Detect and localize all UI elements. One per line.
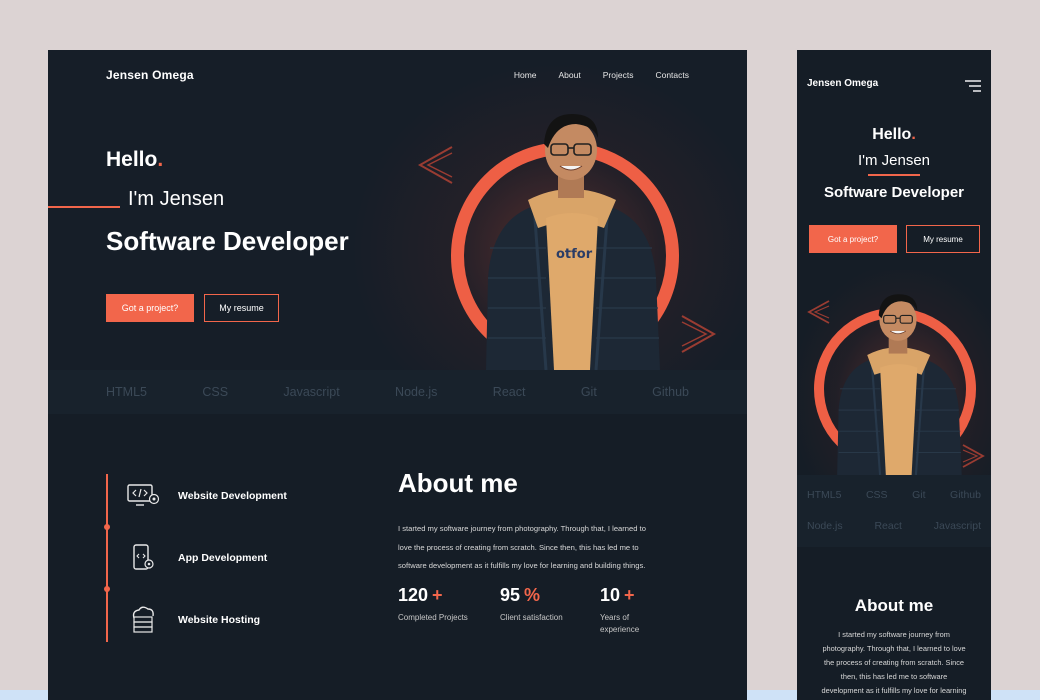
skill-item: HTML5 xyxy=(106,385,147,399)
service-app-development[interactable]: App Development xyxy=(126,544,267,572)
mobile-mockup: Jensen Omega Hello. I'm Jensen Software … xyxy=(797,50,991,700)
mobile-brand-logo[interactable]: Jensen Omega xyxy=(807,78,878,89)
about-line: I started my software journey from xyxy=(838,630,950,639)
desktop-mockup: Jensen Omega Home About Projects Contact… xyxy=(48,50,747,700)
skill-item: CSS xyxy=(202,385,229,399)
skill-item: React xyxy=(874,520,902,532)
mobile-hero-name: I'm Jensen xyxy=(857,152,931,169)
got-project-button[interactable]: Got a project? xyxy=(106,294,194,322)
my-resume-button[interactable]: My resume xyxy=(204,294,279,322)
skill-item: CSS xyxy=(865,489,888,501)
services-timeline xyxy=(106,474,108,642)
hero-role: Software Developer xyxy=(106,226,349,256)
stat-number: 120 xyxy=(398,585,429,605)
skill-item: Github xyxy=(950,489,981,501)
about-line: the process of creating from scratch. Si… xyxy=(823,658,965,667)
cloud-server-icon xyxy=(126,606,160,634)
mobile-about-title: About me xyxy=(854,596,934,615)
chevron-left-icon xyxy=(807,300,830,324)
stat-number: 95 xyxy=(500,585,521,605)
about-title: About me xyxy=(398,468,518,498)
mobile-accent-line xyxy=(868,174,920,176)
skill-item: HTML5 xyxy=(807,489,842,501)
desktop-hero: Jensen Omega Home About Projects Contact… xyxy=(48,50,747,370)
brand-logo[interactable]: Jensen Omega xyxy=(106,68,194,82)
about-text: I started my software journey from photo… xyxy=(398,520,698,576)
nav-about[interactable]: About xyxy=(559,70,581,80)
stat-label: Years of experience xyxy=(600,613,640,634)
about-line: love the process of creating from scratc… xyxy=(398,542,639,552)
service-website-hosting[interactable]: Website Hosting xyxy=(126,606,260,634)
skill-item: Git xyxy=(580,385,597,399)
mobile-profile-photo xyxy=(837,294,962,475)
mobile-hero-hello: Hello. xyxy=(872,126,916,143)
skill-item: React xyxy=(492,385,526,399)
stat-suffix: % xyxy=(524,585,541,605)
about-line: photography. Through that, I learned to … xyxy=(822,644,966,653)
stat-experience: 10 + Years of experience xyxy=(600,585,670,636)
skill-item: Git xyxy=(912,489,926,501)
skills-bar: HTML5 CSS Javascript Node.js React Git G… xyxy=(48,370,747,414)
skill-item: Javascript xyxy=(283,385,340,399)
service-website-development[interactable]: Website Development xyxy=(126,482,287,510)
mobile-code-icon xyxy=(126,544,160,572)
mobile-hero-role: Software Developer xyxy=(823,184,965,201)
timeline-dot xyxy=(104,586,110,592)
svg-text:otfor: otfor xyxy=(556,247,593,262)
main-nav: Home About Projects Contacts xyxy=(514,70,689,80)
chevron-left-icon xyxy=(417,146,453,184)
mobile-about-text: I started my software journey from photo… xyxy=(805,628,983,698)
accent-line xyxy=(48,206,120,208)
nav-projects[interactable]: Projects xyxy=(603,70,634,80)
hamburger-menu-icon[interactable] xyxy=(965,80,981,92)
code-monitor-icon xyxy=(126,482,160,510)
hero-hello: Hello. xyxy=(106,148,164,171)
about-line: development as it fulfills my love for l… xyxy=(821,686,967,695)
chevron-right-icon xyxy=(681,315,717,353)
mobile-got-project-button[interactable]: Got a project? xyxy=(809,225,897,253)
service-label: App Development xyxy=(178,552,268,564)
skill-item: Node.js xyxy=(395,385,438,399)
hero-name: I'm Jensen xyxy=(128,188,225,210)
about-line: then, this has led me to software xyxy=(840,672,948,681)
nav-home[interactable]: Home xyxy=(514,70,537,80)
stat-satisfaction: 95% Client satisfaction xyxy=(500,585,570,624)
mobile-skills-row: HTML5 CSS Git Github xyxy=(807,489,981,501)
stat-label: Client satisfaction xyxy=(500,613,563,622)
nav-contacts[interactable]: Contacts xyxy=(655,70,689,80)
stat-label: Completed Projects xyxy=(398,613,468,622)
skill-item: Node.js xyxy=(807,520,843,532)
service-label: Website Development xyxy=(178,490,287,502)
timeline-dot xyxy=(104,524,110,530)
skill-item: Javascript xyxy=(933,520,981,532)
skill-item: Github xyxy=(652,385,689,399)
about-line: software development as it fulfills my l… xyxy=(398,561,646,570)
profile-photo: otfor xyxy=(486,114,660,370)
mobile-my-resume-button[interactable]: My resume xyxy=(906,225,980,253)
about-line: I started my software journey from photo… xyxy=(398,524,646,533)
stat-number: 10 xyxy=(600,585,621,605)
stat-projects: 120 + Completed Projects xyxy=(398,585,468,624)
service-label: Website Hosting xyxy=(178,614,261,626)
stat-suffix: + xyxy=(624,585,635,605)
mobile-skills-bar: HTML5 CSS Git Github Node.js React Javas… xyxy=(797,475,991,547)
stat-suffix: + xyxy=(432,585,443,605)
mobile-skills-row: Node.js React Javascript xyxy=(807,520,981,532)
